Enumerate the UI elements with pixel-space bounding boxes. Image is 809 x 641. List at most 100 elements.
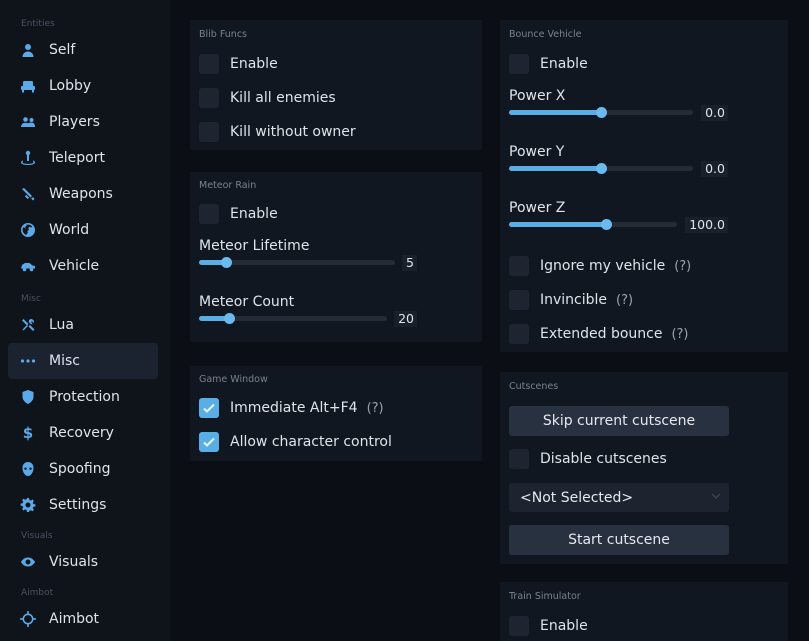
users-icon [20, 114, 36, 130]
sidebar-item-world[interactable]: World [8, 212, 158, 248]
checkbox-box[interactable] [509, 290, 529, 310]
checkbox-box[interactable] [199, 398, 219, 418]
sidebar-item-label: Self [49, 42, 76, 58]
ellipsis-icon [20, 353, 36, 369]
mask-icon [20, 461, 36, 477]
checkbox-label: Enable [540, 56, 588, 72]
sidebar-item-self[interactable]: Self [8, 32, 158, 68]
skip-cutscene-button[interactable]: Skip current cutscene [509, 406, 729, 436]
checkbox-box[interactable] [509, 324, 529, 344]
slider-label: Power Z [509, 200, 566, 216]
help-marker[interactable]: (?) [671, 327, 688, 342]
gear-icon [20, 497, 36, 513]
checkbox-box[interactable] [199, 122, 219, 142]
ignore-my-vehicle-checkbox[interactable]: Ignore my vehicle (?) [509, 256, 691, 276]
allow-character-control-checkbox[interactable]: Allow character control [199, 432, 392, 452]
sidebar-item-lua[interactable]: Lua [8, 307, 158, 343]
slider-thumb[interactable] [601, 219, 612, 230]
sidebar-item-aimbot[interactable]: Aimbot [8, 601, 158, 637]
checkbox-box[interactable] [199, 88, 219, 108]
sidebar-item-label: Players [49, 114, 100, 130]
sidebar-item-recovery[interactable]: $ Recovery [8, 415, 158, 451]
train-enable-checkbox[interactable]: Enable [509, 616, 588, 636]
sidebar-item-label: Settings [49, 497, 107, 513]
sidebar-item-label: Weapons [49, 186, 113, 202]
sidebar-item-visuals[interactable]: Visuals [8, 544, 158, 580]
globe-icon [20, 222, 36, 238]
extended-bounce-checkbox[interactable]: Extended bounce (?) [509, 324, 689, 344]
power-y-value: 0.0 [701, 161, 728, 177]
sidebar-item-label: Aimbot [49, 611, 100, 627]
help-marker[interactable]: (?) [367, 401, 384, 416]
sidebar-section-visuals: Visuals [21, 531, 53, 541]
slider-fill [509, 222, 606, 227]
slider-thumb[interactable] [596, 107, 607, 118]
checkbox-box[interactable] [509, 616, 529, 636]
meteor-enable-checkbox[interactable]: Enable [199, 204, 278, 224]
start-cutscene-button[interactable]: Start cutscene [509, 525, 729, 555]
immediate-alt-f4-checkbox[interactable]: Immediate Alt+F4 (?) [199, 398, 384, 418]
dollar-icon: $ [22, 424, 34, 442]
disable-cutscenes-checkbox[interactable]: Disable cutscenes [509, 449, 667, 469]
meteor-lifetime-value: 5 [402, 255, 417, 271]
checkmark-icon [203, 403, 215, 413]
couch-icon [20, 78, 36, 94]
sidebar-item-label: Misc [49, 353, 80, 369]
sidebar-item-label: World [49, 222, 90, 238]
main-content: Blib Funcs Enable Kill all enemies Kill … [170, 0, 809, 641]
checkbox-box[interactable] [509, 54, 529, 74]
power-x-slider[interactable] [509, 107, 693, 118]
blib-enable-checkbox[interactable]: Enable [199, 54, 278, 74]
sidebar: Entities Self Lobby Players Teleport Wea… [0, 0, 170, 641]
bounce-vehicle-panel: Bounce Vehicle Enable Power X 0.0 Power … [500, 20, 788, 352]
checkbox-box[interactable] [199, 54, 219, 74]
sidebar-section-misc: Misc [21, 294, 41, 304]
checkbox-box[interactable] [199, 204, 219, 224]
sidebar-item-lobby[interactable]: Lobby [8, 68, 158, 104]
checkmark-icon [203, 437, 215, 447]
sidebar-item-settings[interactable]: Settings [8, 487, 158, 523]
power-z-slider[interactable] [509, 219, 677, 230]
help-marker[interactable]: (?) [616, 293, 633, 308]
checkbox-box[interactable] [199, 432, 219, 452]
sidebar-item-players[interactable]: Players [8, 104, 158, 140]
checkbox-label: Allow character control [230, 434, 392, 450]
kill-all-enemies-checkbox[interactable]: Kill all enemies [199, 88, 336, 108]
slider-thumb[interactable] [224, 313, 235, 324]
meteor-lifetime-slider[interactable] [199, 257, 395, 268]
slider-fill [509, 110, 601, 115]
crosshair-icon [20, 611, 36, 627]
power-y-slider[interactable] [509, 163, 693, 174]
car-icon [20, 258, 36, 274]
sidebar-item-teleport[interactable]: Teleport [8, 140, 158, 176]
bounce-enable-checkbox[interactable]: Enable [509, 54, 588, 74]
sidebar-item-label: Recovery [49, 425, 114, 441]
power-x-value: 0.0 [701, 105, 728, 121]
slider-thumb[interactable] [221, 257, 232, 268]
checkbox-box[interactable] [509, 449, 529, 469]
sidebar-item-label: Visuals [49, 554, 99, 570]
sidebar-item-spoofing[interactable]: Spoofing [8, 451, 158, 487]
checkbox-label: Kill all enemies [230, 90, 336, 106]
invincible-checkbox[interactable]: Invincible (?) [509, 290, 633, 310]
panel-title: Game Window [199, 374, 268, 385]
sidebar-item-protection[interactable]: Protection [8, 379, 158, 415]
sidebar-item-vehicle[interactable]: Vehicle [8, 248, 158, 284]
meteor-count-slider[interactable] [199, 313, 387, 324]
game-window-panel: Game Window Immediate Alt+F4 (?) Allow c… [190, 366, 482, 461]
cutscene-select[interactable]: <Not Selected> [509, 483, 729, 512]
checkbox-label: Enable [230, 206, 278, 222]
meteor-rain-panel: Meteor Rain Enable Meteor Lifetime 5 Met… [190, 172, 482, 342]
blib-funcs-panel: Blib Funcs Enable Kill all enemies Kill … [190, 20, 482, 150]
panel-title: Blib Funcs [199, 29, 248, 40]
kill-without-owner-checkbox[interactable]: Kill without owner [199, 122, 356, 142]
slider-thumb[interactable] [596, 163, 607, 174]
sidebar-item-weapons[interactable]: Weapons [8, 176, 158, 212]
checkbox-box[interactable] [509, 256, 529, 276]
checkbox-label: Ignore my vehicle [540, 258, 666, 274]
checkbox-label: Kill without owner [230, 124, 356, 140]
slider-label: Power Y [509, 144, 565, 160]
help-marker[interactable]: (?) [674, 259, 691, 274]
sidebar-item-misc[interactable]: Misc [8, 343, 158, 379]
checkbox-label: Enable [230, 56, 278, 72]
